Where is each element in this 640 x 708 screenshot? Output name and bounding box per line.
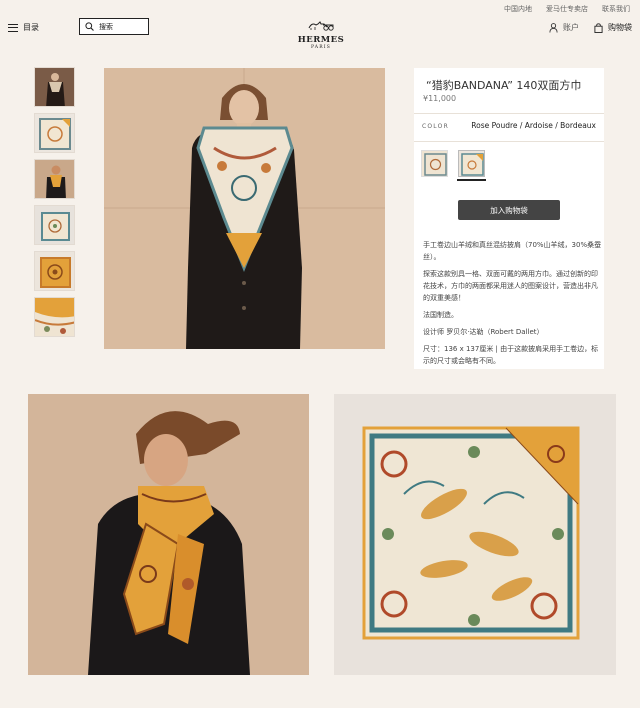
account-link[interactable]: 账户 [549,22,579,33]
selected-swatch-indicator [457,179,486,181]
site-header: 目录 搜索 HERMES PARIS 账户 购物袋 [0,14,640,50]
account-label: 账户 [563,23,579,32]
utility-links: 中国内地 爱马仕专卖店 联系我们 [504,4,630,14]
logo-wordmark: HERMES [297,35,345,45]
product-price: ¥11,000 [423,94,457,103]
color-value: Rose Poudre / Ardoise / Bordeaux [471,121,596,130]
logo-city: PARIS [310,45,332,50]
color-label: COLOR [422,123,449,130]
thumbnail-model-side[interactable] [34,159,75,199]
thumbnail-gallery [34,67,75,343]
thumbnail-model-front[interactable] [34,67,75,107]
search-input[interactable]: 搜索 [79,18,149,35]
shopping-bag-link[interactable]: 购物袋 [594,22,632,33]
color-swatch-option-2[interactable] [458,150,485,177]
description-size: 尺寸：136 x 137厘米 | 由于这款披肩采用手工卷边，标示的尺寸或会略有不… [423,345,599,365]
cart-label: 购物袋 [608,23,632,32]
stores-link[interactable]: 爱马仕专卖店 [546,4,588,14]
region-link[interactable]: 中国内地 [504,4,532,14]
thumbnail-scarf-pattern[interactable] [34,205,75,245]
color-swatch-option-1[interactable] [421,150,448,177]
contact-link[interactable]: 联系我们 [602,4,630,14]
description-feature: 探索这款别具一格、双面可戴的两用方巾。通过创新的印花技术，方巾的两面都采用迷人的… [423,270,598,302]
search-placeholder: 搜索 [99,22,113,31]
description-designer: 设计师 罗贝尔·达勒（Robert Dallet） [423,328,544,336]
product-info-panel: “猎豹BANDANA” 140双面方巾 ¥11,000 COLOR Rose P… [414,68,604,369]
menu-label: 目录 [23,23,39,32]
scarf-flat-photo[interactable] [334,394,616,675]
description-origin: 法国制造。 [423,311,458,319]
product-description: 手工卷边山羊绒和真丝混纺披肩（70%山羊绒，30%桑蚕丝）。 探索这款别具一格、… [423,239,603,372]
model-photo[interactable] [28,394,309,675]
divider [414,113,604,114]
thumbnail-scarf-flat[interactable] [34,113,75,153]
shopping-bag-icon [594,22,603,33]
divider [414,141,604,142]
description-material: 手工卷边山羊绒和真丝混纺披肩（70%山羊绒，30%桑蚕丝）。 [423,241,602,261]
carriage-logo-icon [308,21,334,31]
main-product-image[interactable] [104,68,385,349]
hamburger-icon [8,23,18,32]
user-icon [549,22,558,33]
hermes-logo[interactable]: HERMES PARIS [288,16,354,50]
menu-button[interactable]: 目录 [8,22,39,33]
thumbnail-scarf-orange[interactable] [34,251,75,291]
add-to-bag-button[interactable]: 加入购物袋 [458,200,560,220]
product-title: “猎豹BANDANA” 140双面方巾 [426,79,582,92]
thumbnail-scarf-detail[interactable] [34,297,75,337]
search-icon [85,22,94,31]
